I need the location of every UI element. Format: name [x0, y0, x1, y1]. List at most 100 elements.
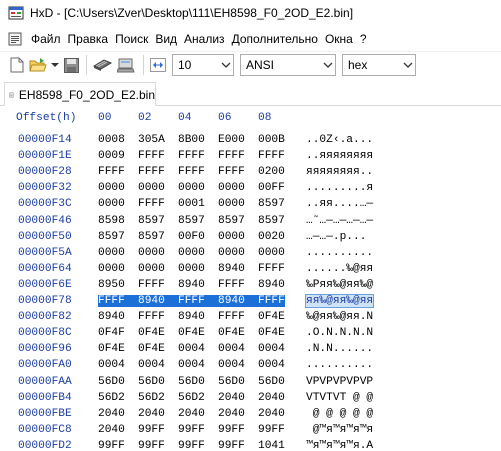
hex-cell[interactable]: 2040: [178, 408, 205, 420]
hex-cell[interactable]: 0004: [218, 343, 245, 355]
hex-cell[interactable]: 00F0: [178, 231, 205, 243]
text-column-cell[interactable]: .........я: [306, 182, 373, 194]
hex-cell[interactable]: 8940: [218, 295, 258, 307]
hex-cell[interactable]: 0009: [98, 150, 125, 162]
hex-cell[interactable]: 0004: [258, 359, 285, 371]
hex-cell[interactable]: FFFF: [258, 263, 285, 275]
menu-edit[interactable]: Правка: [65, 32, 113, 46]
hex-cell[interactable]: 99FF: [178, 440, 205, 451]
hex-row[interactable]: 00000F28 FFFF FFFF FFFF FFFF 0200 яяяяяяяя..: [0, 166, 501, 182]
text-column-cell[interactable]: ..яя....…—: [306, 198, 373, 210]
hex-cell[interactable]: 56D2: [98, 392, 125, 404]
hex-cell[interactable]: 56D0: [98, 376, 125, 388]
hex-cell[interactable]: 56D0: [138, 376, 165, 388]
hex-row[interactable]: 00000F14 0008 305A 8B00 E000 000B ..0Z‹.a...: [0, 134, 501, 150]
hex-cell[interactable]: 56D2: [178, 392, 205, 404]
hex-row[interactable]: 00000FB4 56D2 56D2 56D2 2040 2040 VТVТVТ @ @: [0, 392, 501, 408]
hex-cell[interactable]: 0F4E: [98, 343, 125, 355]
hex-cell[interactable]: 8940: [178, 279, 205, 291]
hex-cell[interactable]: 2040: [218, 392, 245, 404]
hex-cell[interactable]: FFFF: [218, 150, 245, 162]
text-column-cell[interactable]: ™я™я™я™я.A: [306, 440, 373, 451]
hex-row[interactable]: 00000F5A 0000 0000 0000 0000 0000..........: [0, 247, 501, 263]
text-column-cell[interactable]: ‰@яя‰@яя.N: [306, 311, 373, 323]
hex-cell[interactable]: 0001: [178, 198, 205, 210]
hex-cell[interactable]: 0000: [98, 263, 125, 275]
hex-row[interactable]: 00000F3C 0000 FFFF 0001 0000 8597 ..яя....…—: [0, 198, 501, 214]
hex-cell[interactable]: 0000: [218, 182, 245, 194]
text-column-cell[interactable]: ..0Z‹.a...: [306, 134, 373, 146]
hex-row[interactable]: 00000F8C 0F4F 0F4E 0F4E 0F4E 0F4E .O.N.N.N.N: [0, 327, 501, 343]
hex-cell[interactable]: FFFF: [258, 150, 285, 162]
open-disk-button[interactable]: [115, 54, 137, 76]
hex-row[interactable]: 00000FC8 2040 99FF 99FF 99FF 99FF @™я™я™я™я: [0, 424, 501, 440]
text-column-cell[interactable]: …˜…—…—…—…—: [306, 215, 373, 227]
hex-cell[interactable]: 0004: [258, 343, 285, 355]
hex-cell[interactable]: 0000: [218, 231, 245, 243]
hex-cell[interactable]: 0F4E: [258, 311, 285, 323]
hex-cell[interactable]: 0008: [98, 134, 125, 146]
hex-cell[interactable]: E000: [218, 134, 245, 146]
open-ram-button[interactable]: [91, 54, 113, 76]
text-column-cell[interactable]: @™я™я™я™я: [306, 424, 373, 436]
hex-cell[interactable]: 8598: [98, 215, 125, 227]
hex-cell[interactable]: 8B00: [178, 134, 205, 146]
hex-cell[interactable]: 56D0: [178, 376, 205, 388]
save-button[interactable]: [62, 54, 80, 76]
hex-cell[interactable]: 0F4E: [178, 327, 205, 339]
hex-cell[interactable]: 8950: [98, 279, 125, 291]
hex-cell[interactable]: 2040: [98, 424, 125, 436]
hex-cell[interactable]: 56D2: [138, 392, 165, 404]
hex-cell[interactable]: 2040: [258, 392, 285, 404]
hex-cell[interactable]: FFFF: [138, 279, 165, 291]
hex-cell[interactable]: 2040: [138, 408, 165, 420]
hex-cell[interactable]: 99FF: [258, 424, 285, 436]
hex-cell[interactable]: 0000: [138, 263, 165, 275]
hex-cell[interactable]: 0000: [218, 198, 245, 210]
hex-cell[interactable]: 0F4E: [138, 343, 165, 355]
text-column-cell[interactable]: яя‰@яя‰@яя: [304, 294, 375, 308]
hex-cell[interactable]: FFFF: [138, 311, 165, 323]
hex-cell[interactable]: 99FF: [218, 440, 245, 451]
hex-cell[interactable]: 0004: [138, 359, 165, 371]
menu-windows[interactable]: Окна: [322, 32, 357, 46]
hex-cell[interactable]: 0200: [258, 166, 285, 178]
text-column-cell[interactable]: яяяяяяяя..: [306, 166, 373, 178]
hex-cell[interactable]: 0004: [98, 359, 125, 371]
hex-cell[interactable]: 8597: [218, 215, 245, 227]
menu-analysis[interactable]: Анализ: [181, 32, 229, 46]
hex-cell[interactable]: 8597: [138, 231, 165, 243]
hex-cell[interactable]: FFFF: [258, 295, 285, 307]
hex-cell[interactable]: 0004: [178, 359, 205, 371]
hex-cell[interactable]: 0000: [178, 247, 205, 259]
text-column-cell[interactable]: .O.N.N.N.N: [306, 327, 373, 339]
menu-search[interactable]: Поиск: [112, 32, 152, 46]
hex-cell[interactable]: 305A: [138, 134, 165, 146]
hex-cell[interactable]: 8940: [258, 279, 285, 291]
hex-cell[interactable]: FFFF: [178, 166, 205, 178]
hex-cell[interactable]: 8940: [218, 263, 245, 275]
hex-cell[interactable]: 0000: [98, 182, 125, 194]
hex-row[interactable]: 00000F1E 0009 FFFF FFFF FFFF FFFF ..яяяяяяяя: [0, 150, 501, 166]
hex-cell[interactable]: 0000: [138, 182, 165, 194]
hex-cell[interactable]: 8940: [178, 311, 205, 323]
hex-cell[interactable]: 0000: [98, 247, 125, 259]
hex-cell[interactable]: 0000: [178, 182, 205, 194]
hex-cell[interactable]: 0F4E: [258, 327, 285, 339]
hex-cell[interactable]: FFFF: [218, 311, 245, 323]
hex-cell[interactable]: 8597: [98, 231, 125, 243]
hex-row[interactable]: 00000F50 8597 8597 00F0 0000 0020 …—…—.р...: [0, 231, 501, 247]
menu-file[interactable]: Файл: [28, 32, 65, 46]
hex-cell[interactable]: 0000: [178, 263, 205, 275]
hex-cell[interactable]: 8940: [98, 311, 125, 323]
hex-cell[interactable]: 99FF: [218, 424, 245, 436]
hex-row[interactable]: 00000FA0 0004 0004 0004 0004 0004..........: [0, 359, 501, 375]
hex-cell[interactable]: FFFF: [138, 150, 165, 162]
hex-row[interactable]: 00000F64 0000 0000 0000 8940 FFFF ......‰@яя: [0, 263, 501, 279]
hex-cell[interactable]: FFFF: [178, 150, 205, 162]
text-column-cell[interactable]: …—…—.р...: [306, 231, 366, 243]
hex-cell[interactable]: 00FF: [258, 182, 285, 194]
open-dropdown-button[interactable]: [50, 54, 60, 76]
hex-cell[interactable]: 0000: [98, 198, 125, 210]
hex-cell[interactable]: 56D0: [258, 376, 285, 388]
